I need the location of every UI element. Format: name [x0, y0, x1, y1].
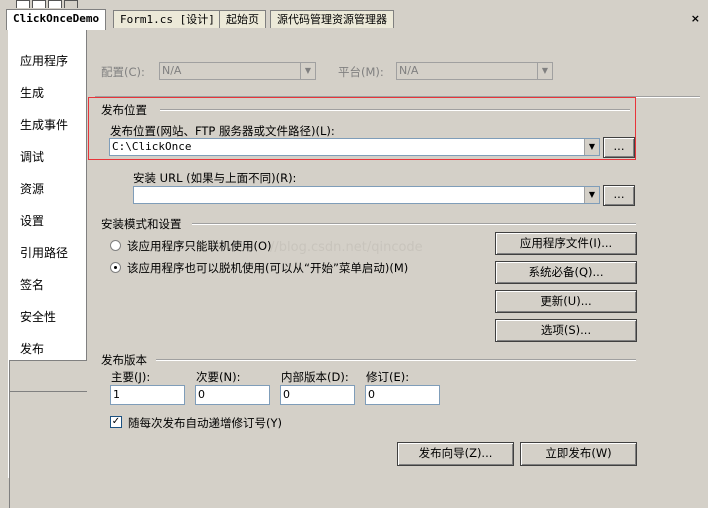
- build-version-input[interactable]: 0: [280, 385, 355, 405]
- install-url-label: 安装 URL (如果与上面不同)(R):: [133, 171, 297, 185]
- config-value: N/A: [162, 64, 182, 77]
- prerequisites-button[interactable]: 系统必备(Q)...: [495, 261, 637, 284]
- sidebar-item-build-events[interactable]: 生成事件: [20, 116, 68, 133]
- sidebar-item-signing[interactable]: 签名: [20, 276, 44, 293]
- watermark-text: //blog.csdn.net/qincode: [270, 240, 423, 255]
- minor-version-input[interactable]: 0: [195, 385, 270, 405]
- auto-increment-label[interactable]: 随每次发布自动递增修订号(Y): [128, 415, 282, 431]
- updates-button[interactable]: 更新(U)...: [495, 290, 637, 313]
- chevron-down-icon[interactable]: ▼: [300, 63, 315, 79]
- divider: [156, 359, 636, 361]
- publish-wizard-button[interactable]: 发布向导(Z)...: [397, 442, 514, 466]
- minor-label: 次要(N):: [196, 370, 241, 384]
- browse-location-button[interactable]: ...: [603, 137, 635, 158]
- auto-increment-checkbox[interactable]: ✓: [110, 416, 122, 428]
- online-only-label[interactable]: 该应用程序只能联机使用(O): [127, 238, 272, 254]
- section-title-publish-location: 发布位置: [101, 103, 147, 117]
- sidebar-item-publish[interactable]: 发布: [20, 340, 44, 357]
- config-select[interactable]: N/A ▼: [159, 62, 316, 80]
- platform-label: 平台(M):: [338, 65, 384, 79]
- options-button[interactable]: 选项(S)...: [495, 319, 637, 342]
- radio-online-only[interactable]: [110, 240, 121, 251]
- section-title-install-mode: 安装模式和设置: [101, 217, 182, 231]
- publish-location-combo[interactable]: C:\ClickOnce ▼: [109, 138, 600, 156]
- radio-offline-available[interactable]: [110, 262, 121, 273]
- revision-label: 修订(E):: [366, 370, 410, 384]
- tab-label: Form1.cs [设计]: [120, 13, 215, 26]
- major-version-input[interactable]: 1: [110, 385, 185, 405]
- section-title-publish-version: 发布版本: [101, 353, 147, 367]
- revision-version-input[interactable]: 0: [365, 385, 440, 405]
- chevron-down-icon[interactable]: ▼: [537, 63, 552, 79]
- tab-label: 起始页: [226, 13, 259, 26]
- sidebar-item-reference-paths[interactable]: 引用路径: [20, 244, 68, 261]
- sidebar-item-application[interactable]: 应用程序: [20, 52, 68, 69]
- publish-location-label: 发布位置(网站、FTP 服务器或文件路径)(L):: [110, 124, 335, 138]
- platform-select[interactable]: N/A ▼: [396, 62, 553, 80]
- offline-available-label[interactable]: 该应用程序也可以脱机使用(可以从“开始”菜单启动)(M): [127, 260, 408, 276]
- config-label: 配置(C):: [101, 65, 145, 79]
- application-files-button[interactable]: 应用程序文件(I)...: [495, 232, 637, 255]
- tab-start-page[interactable]: 起始页: [219, 10, 266, 28]
- browse-install-url-button[interactable]: ...: [603, 185, 635, 206]
- toolbar-strip: [0, 0, 708, 8]
- platform-value: N/A: [399, 64, 419, 77]
- sidebar-item-settings[interactable]: 设置: [20, 212, 44, 229]
- sidebar-item-security[interactable]: 安全性: [20, 308, 56, 325]
- sidebar-active-highlight: [9, 360, 89, 392]
- document-tab-bar: ClickOnceDemo Form1.cs [设计] 起始页 源代码管理资源管…: [0, 8, 708, 31]
- publish-now-button[interactable]: 立即发布(W): [520, 442, 637, 466]
- sidebar-item-build[interactable]: 生成: [20, 84, 44, 101]
- tab-source-control-explorer[interactable]: 源代码管理资源管理器: [270, 10, 394, 28]
- sidebar-left-edge: [0, 30, 8, 478]
- tab-label: ClickOnceDemo: [13, 12, 100, 25]
- sidebar-item-resources[interactable]: 资源: [20, 180, 44, 197]
- install-url-combo[interactable]: ▼: [133, 186, 600, 204]
- sidebar-bottom-fill: [9, 392, 88, 508]
- sidebar-item-debug[interactable]: 调试: [20, 148, 44, 165]
- close-icon[interactable]: ×: [691, 12, 700, 25]
- tab-clickoncedemo[interactable]: ClickOnceDemo: [6, 9, 107, 30]
- chevron-down-icon[interactable]: ▼: [584, 139, 599, 155]
- tab-form1-design[interactable]: Form1.cs [设计]: [113, 10, 222, 28]
- publish-location-input[interactable]: C:\ClickOnce: [112, 140, 191, 153]
- build-label: 内部版本(D):: [281, 370, 349, 384]
- tab-label: 源代码管理资源管理器: [277, 13, 387, 26]
- divider: [192, 223, 636, 225]
- property-sidebar: 应用程序 生成 生成事件 调试 资源 设置 引用路径 签名 安全性 发布: [0, 30, 89, 508]
- chevron-down-icon[interactable]: ▼: [584, 187, 599, 203]
- major-label: 主要(J):: [111, 370, 151, 384]
- divider: [160, 109, 630, 111]
